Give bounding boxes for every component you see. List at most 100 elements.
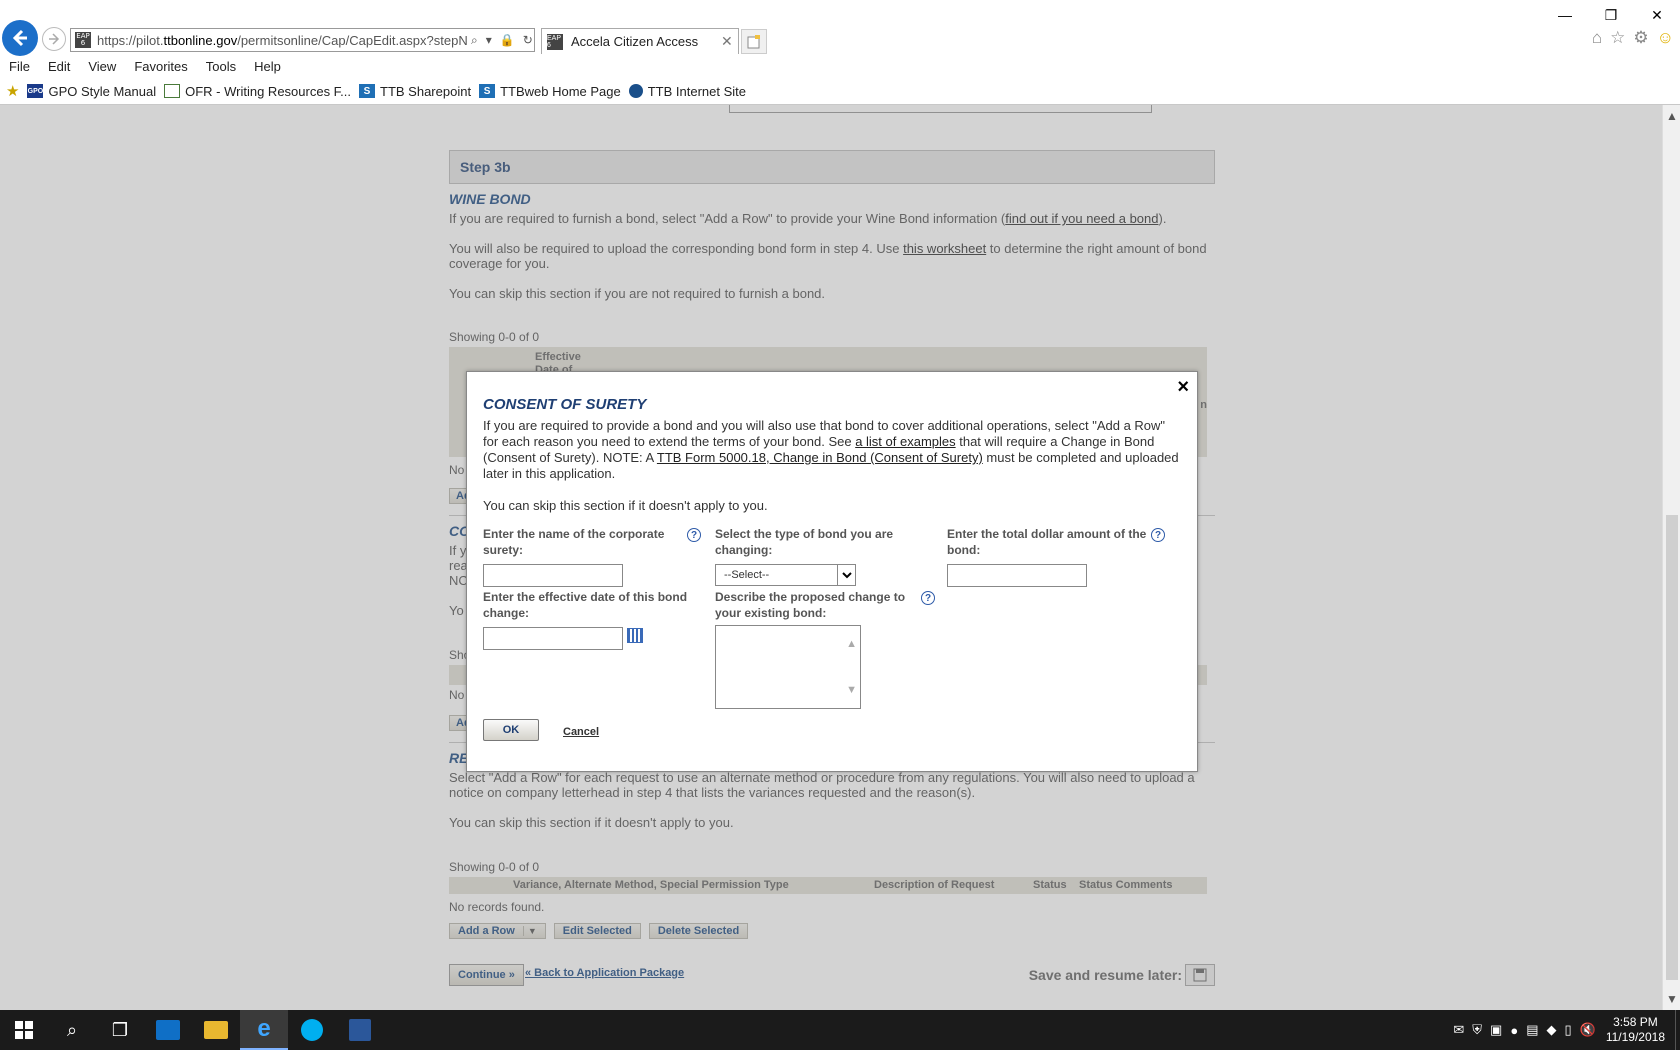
browser-chrome: EAP 6 https://pilot.ttbonline.gov/permit…	[0, 0, 1680, 105]
scroll-thumb[interactable]	[1666, 515, 1678, 980]
lock-icon[interactable]: 🔒	[500, 33, 515, 48]
outlook-tray-icon[interactable]: ▣	[1490, 1022, 1502, 1038]
help-icon[interactable]: ?	[921, 591, 935, 605]
bond-type-value: --Select--	[724, 569, 770, 581]
address-bar[interactable]: EAP 6 https://pilot.ttbonline.gov/permit…	[70, 28, 535, 52]
url-prefix: https://pilot.	[97, 32, 164, 48]
skype-tray-icon[interactable]: ●	[1510, 1023, 1518, 1038]
gpo-icon: GPO	[27, 84, 44, 98]
search-icon[interactable]: ⌕	[48, 1010, 96, 1050]
favorites-bar: ★ GPO GPO Style Manual OFR - Writing Res…	[0, 80, 746, 102]
close-window-icon[interactable]: ✕	[1634, 4, 1680, 26]
forward-button[interactable]	[42, 27, 66, 51]
bond-amount-label: Enter the total dollar amount of the bon…	[947, 527, 1147, 557]
windows-taskbar: ⌕ ❐ e ✉ ⛨ ▣ ● ▤ ◆ ▯ 🔇 3:58 PM 11/19/2018	[0, 1010, 1680, 1050]
menu-bar: File Edit View Favorites Tools Help	[0, 56, 290, 78]
battery-icon[interactable]: ▯	[1564, 1022, 1571, 1038]
scroll-down-icon[interactable]: ▼	[846, 684, 857, 696]
feedback-smiley-icon[interactable]: ☺	[1657, 28, 1674, 48]
volume-muted-icon[interactable]: 🔇	[1580, 1022, 1596, 1038]
show-desktop-button[interactable]	[1675, 1010, 1680, 1050]
help-icon[interactable]: ?	[687, 528, 701, 542]
effective-date-input[interactable]	[483, 627, 623, 650]
menu-file[interactable]: File	[0, 56, 39, 78]
scroll-up-icon[interactable]: ▲	[846, 638, 857, 650]
favorites-star-icon[interactable]: ☆	[1610, 28, 1625, 48]
network-icon[interactable]: ▤	[1526, 1022, 1538, 1038]
start-button[interactable]	[0, 1010, 48, 1050]
proposed-change-textarea[interactable]: ▲ ▼	[715, 625, 861, 709]
surety-name-input[interactable]	[483, 564, 623, 587]
outlook-icon[interactable]	[144, 1010, 192, 1050]
windows-logo-icon	[15, 1021, 33, 1039]
new-tab-button[interactable]	[741, 29, 767, 54]
favorite-label: TTB Internet Site	[647, 83, 746, 99]
browser-tab[interactable]: EAP 6 Accela Citizen Access ✕	[541, 28, 739, 54]
menu-favorites[interactable]: Favorites	[125, 56, 196, 78]
bond-amount-input[interactable]	[947, 564, 1087, 587]
minimize-icon[interactable]: —	[1542, 4, 1588, 26]
menu-help[interactable]: Help	[245, 56, 290, 78]
menu-tools[interactable]: Tools	[197, 56, 245, 78]
dialog-intro: If you are required to provide a bond an…	[483, 418, 1183, 482]
help-icon[interactable]: ?	[1151, 528, 1165, 542]
consent-of-surety-dialog: × CONSENT OF SURETY If you are required …	[466, 371, 1198, 772]
task-view-icon[interactable]: ❐	[96, 1010, 144, 1050]
window-controls: — ❐ ✕	[1542, 4, 1680, 26]
settings-gear-icon[interactable]: ⚙	[1633, 28, 1648, 48]
favorite-ttb-internet-site[interactable]: TTB Internet Site	[628, 83, 746, 99]
clock-date: 11/19/2018	[1605, 1030, 1665, 1044]
dropdown-icon[interactable]: ▾	[486, 33, 492, 48]
site-favicon-icon: EAP 6	[75, 32, 91, 48]
system-tray: ✉ ⛨ ▣ ● ▤ ◆ ▯ 🔇 3:58 PM 11/19/2018	[1449, 1010, 1680, 1050]
favorite-label: OFR - Writing Resources F...	[185, 83, 352, 99]
cancel-button[interactable]: Cancel	[563, 726, 599, 738]
url-domain: ttbonline.gov	[163, 32, 238, 48]
clock[interactable]: 3:58 PM 11/19/2018	[1606, 1015, 1665, 1045]
favorite-ttbweb-home[interactable]: S TTBweb Home Page	[479, 84, 621, 99]
file-explorer-icon[interactable]	[192, 1010, 240, 1050]
favorite-ttb-sharepoint[interactable]: S TTB Sharepoint	[359, 84, 471, 99]
chevron-down-icon[interactable]	[837, 565, 855, 585]
security-icon[interactable]: ◆	[1546, 1022, 1556, 1038]
favorite-label: TTBweb Home Page	[500, 83, 621, 99]
close-icon[interactable]: ×	[1177, 376, 1189, 399]
back-button[interactable]	[2, 20, 38, 56]
home-icon[interactable]: ⌂	[1592, 28, 1602, 48]
back-arrow-icon	[12, 29, 27, 47]
menu-view[interactable]: View	[79, 56, 125, 78]
internet-explorer-icon[interactable]: e	[240, 1010, 288, 1050]
scroll-up-icon[interactable]: ▲	[1663, 109, 1680, 123]
favorite-gpo-style-manual[interactable]: GPO GPO Style Manual	[27, 84, 156, 99]
favorite-label: TTB Sharepoint	[380, 83, 472, 99]
word-icon[interactable]	[336, 1010, 384, 1050]
bond-type-label: Select the type of bond you are changing…	[715, 527, 894, 557]
search-icon[interactable]: ⌕	[471, 33, 478, 48]
tab-title: Accela Citizen Access	[571, 34, 699, 49]
proposed-change-label: Describe the proposed change to your exi…	[715, 590, 906, 620]
ttb-seal-icon	[628, 84, 643, 98]
shield-icon[interactable]: ⛨	[1472, 1022, 1482, 1038]
restore-icon[interactable]: ❐	[1588, 4, 1634, 26]
page-scrollbar[interactable]: ▲ ▼	[1662, 105, 1680, 1010]
skype-icon[interactable]	[288, 1010, 336, 1050]
form-5000-18-link[interactable]: TTB Form 5000.18, Change in Bond (Consen…	[657, 450, 983, 465]
tab-close-icon[interactable]: ✕	[721, 33, 733, 50]
bond-type-select[interactable]: --Select--	[715, 564, 856, 586]
favorite-ofr-writing-resources[interactable]: OFR - Writing Resources F...	[164, 84, 351, 99]
ok-button[interactable]: OK	[483, 719, 539, 741]
new-tab-icon	[747, 34, 760, 48]
url-path: /permitsonline/Cap/CapEdit.aspx?stepNuml	[237, 32, 467, 48]
examples-link[interactable]: a list of examples	[855, 434, 955, 449]
sharepoint-icon: S	[479, 84, 496, 98]
select-chevron-icon	[841, 572, 852, 579]
tab-favicon-icon: EAP 6	[547, 33, 563, 50]
calendar-icon[interactable]	[627, 628, 643, 643]
add-favorite-icon[interactable]: ★	[6, 82, 19, 100]
url-text[interactable]: https://pilot.ttbonline.gov/permitsonlin…	[97, 33, 467, 48]
refresh-icon[interactable]: ↻	[523, 33, 533, 48]
page-icon	[164, 84, 181, 98]
mail-icon[interactable]: ✉	[1453, 1022, 1464, 1038]
scroll-down-icon[interactable]: ▼	[1663, 992, 1680, 1006]
menu-edit[interactable]: Edit	[39, 56, 79, 78]
